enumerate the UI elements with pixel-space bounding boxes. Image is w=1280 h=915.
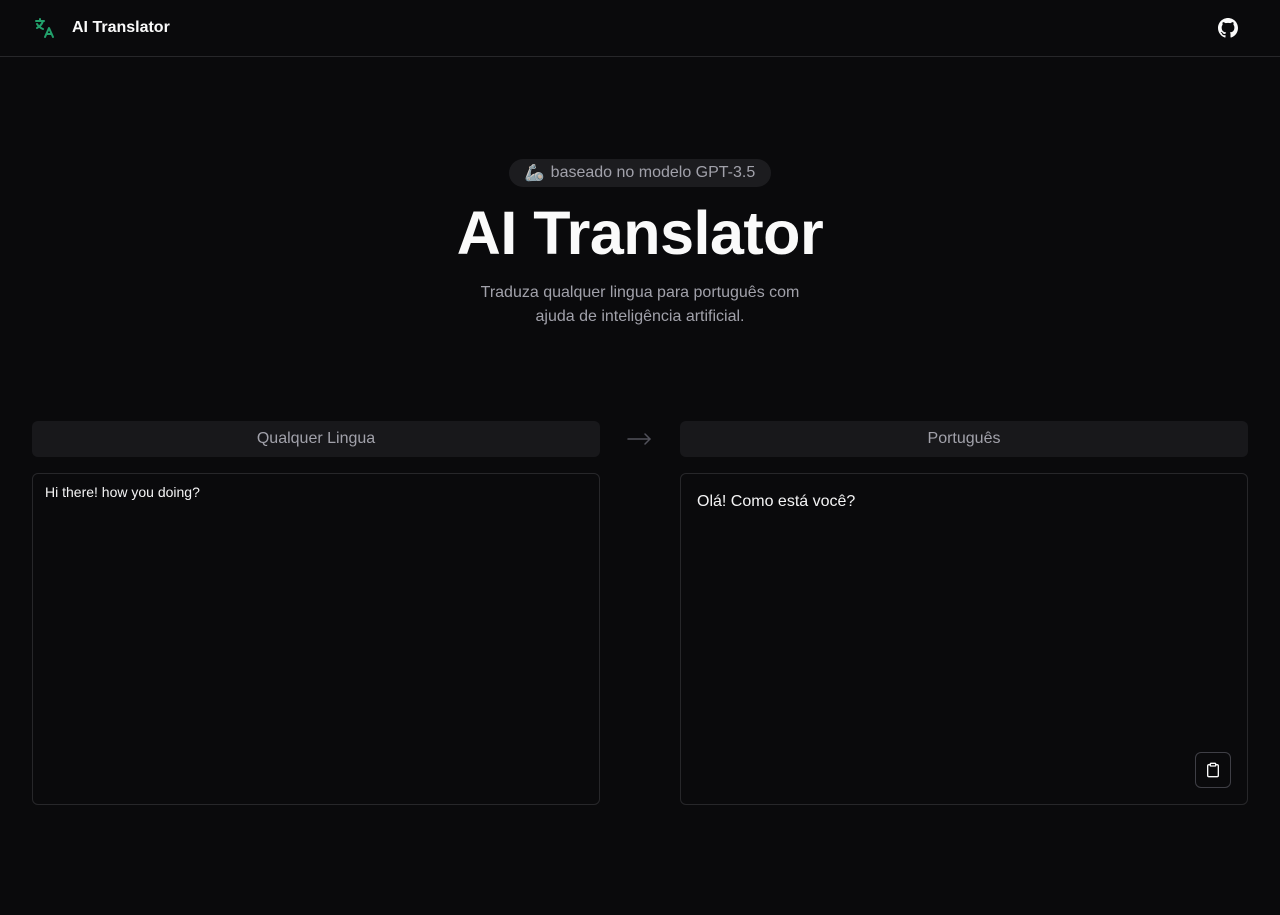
translate-icon (32, 16, 56, 40)
badge-text: baseado no modelo GPT-3.5 (550, 164, 756, 181)
github-icon (1218, 18, 1238, 38)
github-link[interactable] (1208, 8, 1248, 48)
model-badge: 🦾 baseado no modelo GPT-3.5 (508, 159, 772, 187)
translation-panel: Olá! Como está você? (680, 473, 1248, 805)
app-title: AI Translator (72, 19, 170, 36)
navbar: AI Translator (0, 0, 1280, 57)
page-subtitle: Traduza qualquer lingua para português c… (480, 284, 800, 325)
arm-emoji: 🦾 (524, 165, 545, 182)
arrow-right-icon (627, 433, 651, 445)
clipboard-icon (1207, 762, 1219, 778)
brand[interactable]: AI Translator (32, 16, 170, 40)
copy-button[interactable] (1195, 752, 1231, 788)
target-language-selector[interactable]: Português (680, 421, 1248, 457)
page-title: AI Translator (456, 199, 824, 267)
translation-output: Olá! Como está você? (697, 493, 856, 510)
source-text-input[interactable]: Hi there! how you doing? (33, 474, 599, 804)
hero: 🦾 baseado no modelo GPT-3.5 AI Translato… (0, 159, 1280, 329)
source-language-selector[interactable]: Qualquer Lingua (32, 421, 600, 457)
source-panel: Hi there! how you doing? (32, 473, 600, 805)
